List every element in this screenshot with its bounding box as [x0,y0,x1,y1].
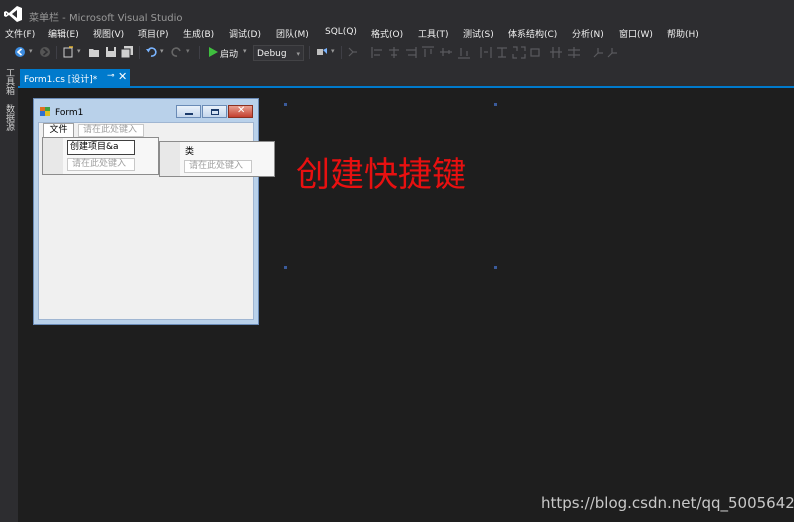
forward-icon[interactable] [39,46,51,58]
menu-edit[interactable]: 编辑(E) [48,27,79,40]
menu-help[interactable]: 帮助(H) [667,27,699,40]
selection-handle[interactable] [284,266,287,269]
submenu-type-here[interactable]: 请在此处键入 [184,160,252,173]
chevron-down-icon: ▾ [296,50,300,58]
layout-toolbar-icons [348,46,617,59]
minimize-icon [185,113,193,115]
new-project-icon[interactable] [62,46,74,58]
back-dropdown-icon[interactable]: ▾ [29,47,33,55]
minimize-button[interactable] [176,105,201,118]
configuration-value: Debug [257,49,287,59]
menu-architecture[interactable]: 体系结构(C) [508,27,557,40]
open-file-icon[interactable] [88,46,100,58]
menu-test[interactable]: 测试(S) [463,27,494,40]
menu-tools[interactable]: 工具(T) [418,27,449,40]
tab-form1-design[interactable]: Form1.cs [设计]* ⊸ ✕ [20,69,130,86]
form-title: Form1 [55,108,84,118]
close-icon: ✕ [237,105,246,116]
menu-view[interactable]: 视图(V) [93,27,124,40]
redo-dropdown-icon[interactable]: ▾ [186,47,190,55]
start-button[interactable]: 启动 [220,47,238,60]
dropdown-image-margin [160,142,180,176]
menu-debug[interactable]: 调试(D) [229,27,261,40]
visual-studio-logo-icon [4,6,22,22]
save-icon[interactable] [105,46,117,58]
toolbox-tab[interactable]: 工具箱 [3,68,16,95]
document-tab-well [18,64,794,86]
submenu-item-class[interactable]: 类 [185,144,194,157]
configuration-select[interactable]: Debug ▾ [253,45,304,61]
selection-handle[interactable] [494,103,497,106]
menustrip-item-file[interactable]: 文件 [43,123,74,137]
toolbar-separator [309,46,310,59]
menu-team[interactable]: 团队(M) [276,27,309,40]
start-dropdown-icon[interactable]: ▾ [243,47,247,55]
new-dropdown-icon[interactable]: ▾ [77,47,81,55]
dropdown-type-here[interactable]: 请在此处键入 [67,158,135,171]
find-icon[interactable] [316,46,328,58]
toolbar-separator [341,46,342,59]
selection-handle[interactable] [284,103,287,106]
form-close-button[interactable]: ✕ [228,105,253,118]
pin-icon[interactable]: ⊸ [107,71,115,81]
menu-window[interactable]: 窗口(W) [619,27,653,40]
data-sources-tab[interactable]: 数据源 [3,104,16,131]
menu-file[interactable]: 文件(F) [5,27,35,40]
menu-project[interactable]: 项目(P) [138,27,168,40]
watermark: https://blog.csdn.net/qq_50056421 [541,494,794,512]
undo-icon[interactable] [145,46,157,58]
menu-analyze[interactable]: 分析(N) [572,27,604,40]
dropdown-item-edit-field[interactable]: 创建项目&a [67,140,135,155]
maximize-button[interactable] [202,105,227,118]
maximize-icon [211,109,219,115]
toolbar-separator [139,46,140,59]
selection-handle[interactable] [494,266,497,269]
window-title: 菜单栏 - Microsoft Visual Studio [29,13,183,24]
undo-dropdown-icon[interactable]: ▾ [160,47,164,55]
find-dropdown-icon[interactable]: ▾ [331,47,335,55]
close-icon[interactable]: ✕ [118,70,127,83]
back-icon[interactable] [14,46,26,58]
dropdown-image-margin [43,138,63,174]
side-tool-strip [0,64,18,522]
start-icon[interactable] [207,46,219,58]
menu-sql[interactable]: SQL(Q) [325,27,357,37]
form-icon [40,107,50,116]
menustrip-type-here[interactable]: 请在此处键入 [78,124,144,137]
redo-icon[interactable] [171,46,183,58]
toolbar-separator [199,46,200,59]
menu-build[interactable]: 生成(B) [183,27,214,40]
menu-format[interactable]: 格式(O) [371,27,403,40]
annotation-text: 创建快捷键 [296,155,466,195]
tab-label: Form1.cs [设计]* [24,75,98,85]
toolbar-separator [56,46,57,59]
save-all-icon[interactable] [121,46,133,58]
